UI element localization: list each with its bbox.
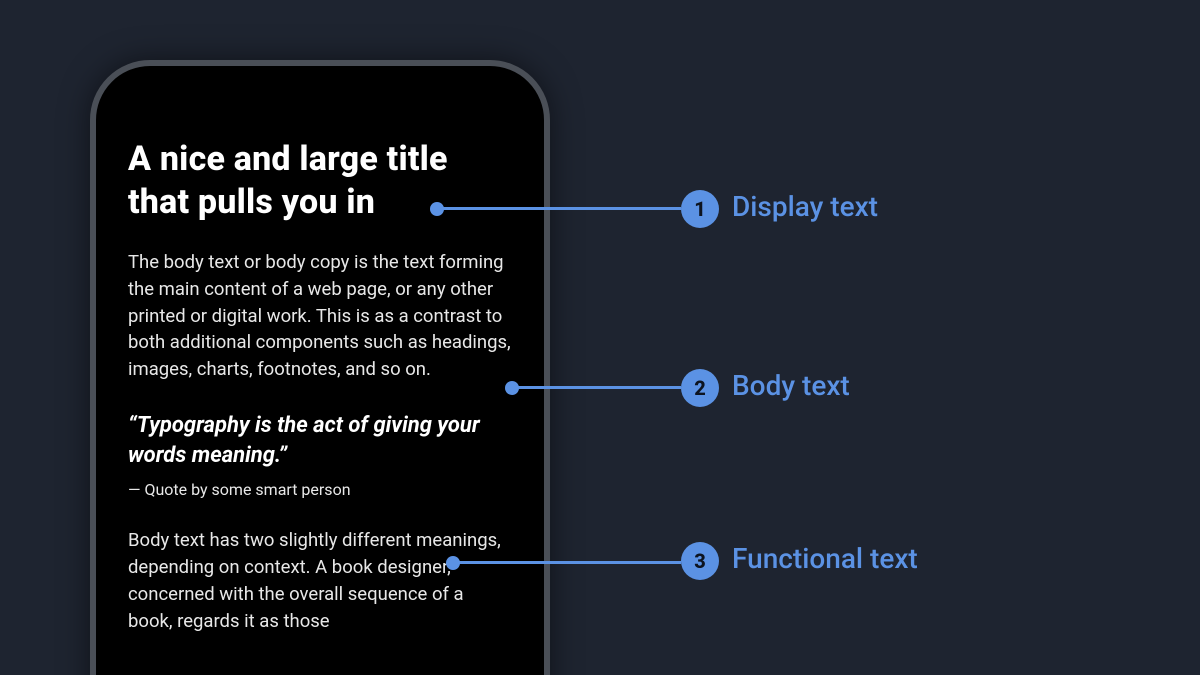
callout-label-3: Functional text: [732, 542, 918, 575]
callout-badge-1: 1: [681, 190, 719, 228]
callout-label-1: Display text: [732, 190, 878, 223]
connector-line: [437, 207, 681, 210]
body-paragraph-2: Body text has two slightly different mea…: [128, 527, 512, 634]
connector-dot-icon: [505, 381, 519, 395]
callout-label-2: Body text: [732, 369, 850, 402]
phone-screen: A nice and large title that pulls you in…: [118, 88, 522, 675]
pull-quote: “Typography is the act of giving your wo…: [128, 411, 512, 470]
connector-line: [512, 386, 681, 389]
quote-attribution: — Quote by some smart person: [128, 480, 512, 499]
connector-dot-icon: [446, 556, 460, 570]
callout-badge-2: 2: [681, 369, 719, 407]
connector-dot-icon: [430, 202, 444, 216]
body-paragraph-1: The body text or body copy is the text f…: [128, 249, 512, 383]
connector-line: [453, 561, 681, 564]
display-title: A nice and large title that pulls you in: [128, 138, 512, 223]
phone-frame: A nice and large title that pulls you in…: [90, 60, 550, 675]
phone-notch: [215, 66, 425, 98]
callout-badge-3: 3: [681, 542, 719, 580]
